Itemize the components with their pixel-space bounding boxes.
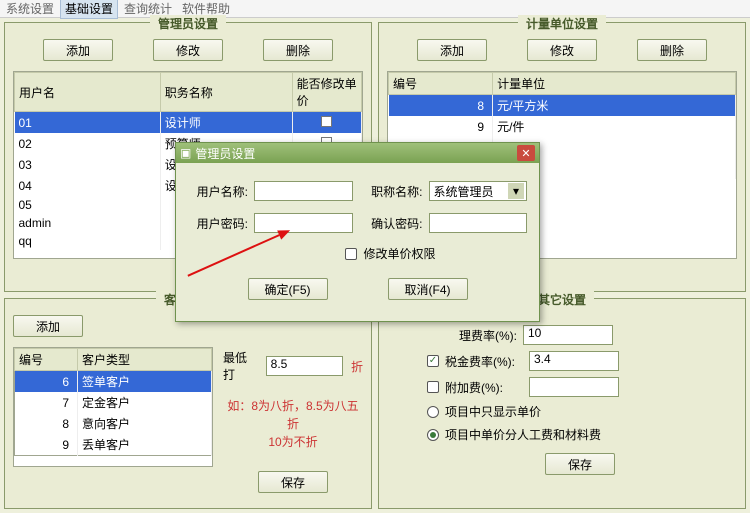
customer-panel: 客户类型 添加 编号 客户类型 6签单客户7定金客户8意向客户9丢单客户 最低打… xyxy=(4,298,372,509)
confirm-input[interactable] xyxy=(429,213,528,233)
dialog-cancel-button[interactable]: 取消(F4) xyxy=(388,278,468,300)
extra-checkbox[interactable] xyxy=(427,381,439,393)
table-row[interactable]: 6签单客户 xyxy=(15,371,212,393)
unit-edit-button[interactable]: 修改 xyxy=(527,39,597,61)
admin-delete-button[interactable]: 删除 xyxy=(263,39,333,61)
dialog-title: 管理员设置 xyxy=(195,145,255,162)
menu-system[interactable]: 系统设置 xyxy=(2,0,58,18)
username-label: 用户名称: xyxy=(188,183,248,200)
admin-edit-button[interactable]: 修改 xyxy=(153,39,223,61)
dialog-titlebar[interactable]: ▣ 管理员设置 ✕ xyxy=(176,143,539,163)
admin-add-button[interactable]: 添加 xyxy=(43,39,113,61)
radio-price-only[interactable] xyxy=(427,406,439,418)
menubar: 系统设置 基础设置 查询统计 软件帮助 xyxy=(0,0,750,18)
table-row[interactable]: 8意向客户 xyxy=(15,413,212,434)
extra-input[interactable] xyxy=(529,377,619,397)
radio-split-price-label: 项目中单价分人工费和材料费 xyxy=(445,426,601,443)
tax-input[interactable]: 3.4 xyxy=(529,351,619,371)
admin-col-canedit: 能否修改单价 xyxy=(292,73,361,112)
unit-panel-title: 计量单位设置 xyxy=(518,15,606,32)
tax-checkbox[interactable] xyxy=(427,355,439,367)
customer-table[interactable]: 编号 客户类型 6签单客户7定金客户8意向客户9丢单客户 xyxy=(13,347,213,467)
mgmt-fee-label: 理费率(%): xyxy=(427,327,517,344)
table-row[interactable]: 9丢单客户 xyxy=(15,434,212,456)
unit-col-unit: 计量单位 xyxy=(493,73,736,95)
username-input[interactable] xyxy=(254,181,353,201)
table-row[interactable]: 7定金客户 xyxy=(15,392,212,413)
min-discount-label: 最低打 xyxy=(223,349,258,383)
radio-price-only-label: 项目中只显示单价 xyxy=(445,403,541,420)
table-row[interactable]: 8元/平方米 xyxy=(389,95,736,117)
admin-col-user: 用户名 xyxy=(15,73,161,112)
unit-col-id: 编号 xyxy=(389,73,493,95)
customer-col-id: 编号 xyxy=(15,349,78,371)
confirm-label: 确认密码: xyxy=(359,215,423,232)
password-label: 用户密码: xyxy=(188,215,248,232)
unit-delete-button[interactable]: 删除 xyxy=(637,39,707,61)
customer-col-type: 客户类型 xyxy=(78,349,212,371)
other-panel: 其它设置 理费率(%): 10 税金费率(%): 3.4 附加费(%): 项目中… xyxy=(378,298,746,509)
extra-label: 附加费(%): xyxy=(445,379,523,396)
mgmt-fee-input[interactable]: 10 xyxy=(523,325,613,345)
table-row[interactable]: 9元/件 xyxy=(389,116,736,137)
customer-add-button[interactable]: 添加 xyxy=(13,315,83,337)
role-select-value: 系统管理员 xyxy=(434,183,494,200)
tax-label: 税金费率(%): xyxy=(445,353,523,370)
admin-dialog: ▣ 管理员设置 ✕ 用户名称: 职称名称: 系统管理员 ▾ 用户密码: 确认密码… xyxy=(175,142,540,322)
table-row[interactable]: 01设计师 xyxy=(15,112,362,134)
discount-hint: 如：8为八折，8.5为八五折 10为不折 xyxy=(223,397,363,451)
chevron-down-icon: ▾ xyxy=(508,183,524,199)
close-icon[interactable]: ✕ xyxy=(517,145,535,161)
role-select[interactable]: 系统管理员 ▾ xyxy=(429,181,528,201)
discount-save-button[interactable]: 保存 xyxy=(258,471,328,493)
discount-suffix: 折 xyxy=(351,358,363,375)
perm-checkbox[interactable] xyxy=(345,248,357,260)
discount-area: 最低打 8.5 折 如：8为八折，8.5为八五折 10为不折 保存 xyxy=(223,309,363,500)
role-label: 职称名称: xyxy=(359,183,423,200)
radio-split-price[interactable] xyxy=(427,429,439,441)
unit-add-button[interactable]: 添加 xyxy=(417,39,487,61)
admin-panel-title: 管理员设置 xyxy=(150,15,226,32)
dialog-icon: ▣ xyxy=(180,146,191,160)
password-input[interactable] xyxy=(254,213,353,233)
other-save-button[interactable]: 保存 xyxy=(545,453,615,475)
perm-label: 修改单价权限 xyxy=(363,245,435,262)
min-discount-input[interactable]: 8.5 xyxy=(266,356,343,376)
admin-col-role: 职务名称 xyxy=(160,73,292,112)
menu-basic[interactable]: 基础设置 xyxy=(60,0,118,19)
dialog-ok-button[interactable]: 确定(F5) xyxy=(248,278,328,300)
